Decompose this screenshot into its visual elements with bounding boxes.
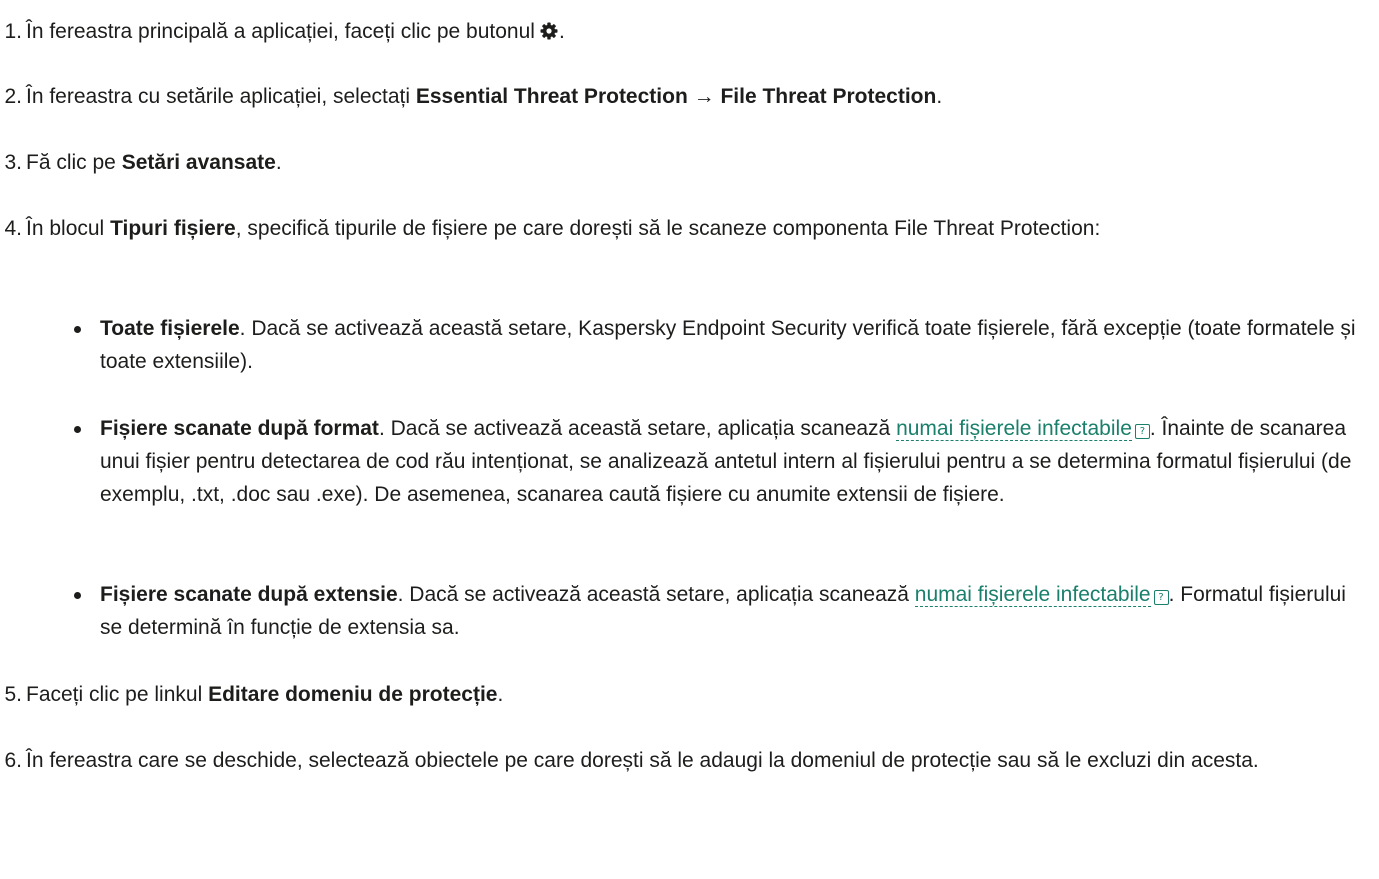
file-types-label: Tipuri fișiere: [110, 217, 236, 240]
list-item-all-files: Toate fișierele. Dacă se activează aceas…: [74, 312, 1373, 378]
list-item-text: Fișiere scanate după extensie. Dacă se a…: [100, 583, 1346, 639]
step-text: În blocul Tipuri fișiere, specifică tipu…: [26, 217, 1101, 240]
option-files-by-extension: Fișiere scanate după extensie: [100, 583, 398, 606]
help-icon[interactable]: ?: [1153, 590, 1169, 605]
arrow: →: [693, 85, 715, 108]
step-number: 3.: [4, 151, 22, 174]
step-text: În fereastra care se deschide, selecteaz…: [26, 749, 1259, 772]
bullet-dot: [74, 326, 81, 333]
list-item-text: Fișiere scanate după format. Dacă se act…: [100, 417, 1352, 506]
bullet-dot: [74, 426, 81, 433]
step-text: În fereastra principală a aplicației, fa…: [26, 18, 565, 43]
step-6: 6. În fereastra care se deschide, select…: [0, 744, 1371, 777]
list-item-files-by-format: Fișiere scanate după format. Dacă se act…: [74, 412, 1373, 511]
instructions-document: 1. În fereastra principală a aplicației,…: [0, 0, 1379, 879]
step-1: 1. În fereastra principală a aplicației,…: [0, 15, 1371, 48]
list-item-files-by-extension: Fișiere scanate după extensie. Dacă se a…: [74, 578, 1373, 644]
step-number: 5.: [4, 683, 22, 706]
option-files-by-format: Fișiere scanate după format: [100, 417, 379, 440]
step-5: 5. Faceți clic pe linkul Editare domeniu…: [0, 678, 1371, 711]
help-icon[interactable]: ?: [1134, 424, 1150, 439]
menu-path-essential-threat-protection: Essential Threat Protection: [415, 85, 688, 108]
menu-path-file-threat-protection: File Threat Protection: [720, 85, 937, 108]
option-all-files: Toate fișierele: [100, 317, 240, 340]
advanced-settings-label: Setări avansate: [121, 151, 276, 174]
step-3: 3. Fă clic pe Setări avansate.: [0, 146, 1371, 179]
infectable-files-link[interactable]: numai fișierele infectabile: [896, 417, 1132, 441]
step-number: 2.: [4, 85, 22, 108]
gear-icon: [539, 18, 559, 40]
step-text: Fă clic pe Setări avansate.: [26, 151, 282, 174]
step-4: 4. În blocul Tipuri fișiere, specifică t…: [0, 212, 1371, 245]
bullet-dot: [74, 592, 81, 599]
edit-protection-scope-label: Editare domeniu de protecție: [208, 683, 498, 706]
infectable-files-link[interactable]: numai fișierele infectabile: [914, 583, 1151, 607]
step-text: În fereastra cu setările aplicației, sel…: [26, 85, 943, 108]
step-number: 6.: [4, 749, 22, 772]
step-number: 1.: [4, 20, 22, 43]
step-text: Faceți clic pe linkul Editare domeniu de…: [26, 683, 504, 706]
list-item-text: Toate fișierele. Dacă se activează aceas…: [100, 317, 1356, 373]
step-2: 2. În fereastra cu setările aplicației, …: [0, 80, 1371, 113]
step-number: 4.: [4, 217, 22, 240]
